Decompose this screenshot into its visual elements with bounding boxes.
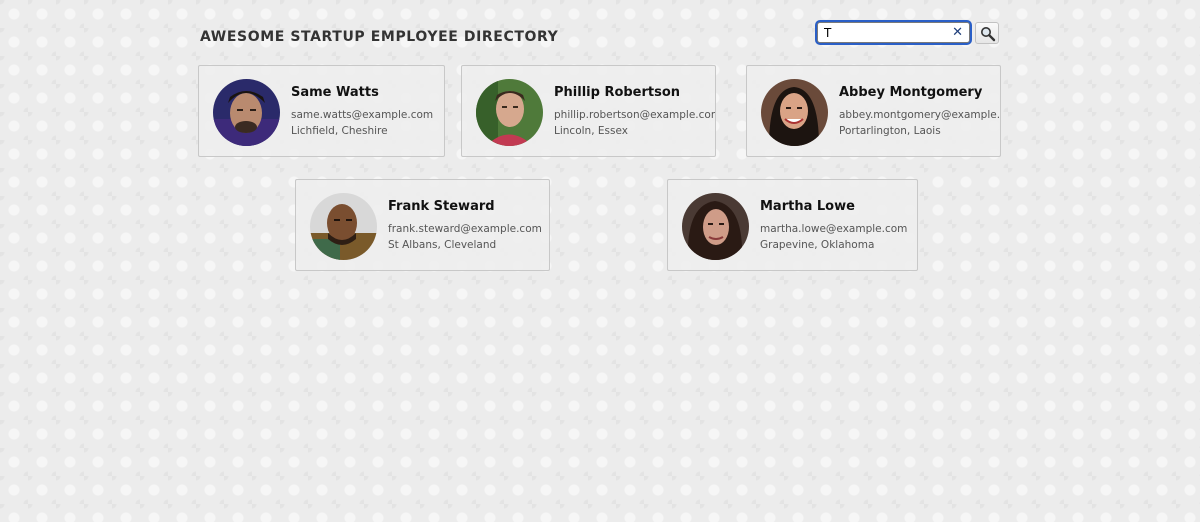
employee-card[interactable]: Phillip Robertson phillip.robertson@exam…	[461, 65, 716, 157]
avatar	[310, 193, 377, 260]
search-icon	[981, 27, 996, 42]
employee-name: Same Watts	[291, 85, 379, 100]
avatar	[682, 193, 749, 260]
employee-email: frank.steward@example.com	[388, 223, 542, 235]
employee-name: Phillip Robertson	[554, 85, 681, 100]
avatar	[761, 79, 828, 146]
employee-location: Grapevine, Oklahoma	[760, 239, 875, 251]
employee-location: St Albans, Cleveland	[388, 239, 497, 251]
employee-name: Abbey Montgomery	[839, 85, 983, 100]
avatar	[213, 79, 280, 146]
employee-location: Portarlington, Laois	[839, 125, 941, 137]
employee-email: phillip.robertson@example.com	[554, 109, 716, 121]
employee-card[interactable]: Frank Steward frank.steward@example.com …	[295, 179, 550, 271]
employee-card[interactable]: Same Watts same.watts@example.com Lichfi…	[198, 65, 445, 157]
employee-email: martha.lowe@example.com	[760, 223, 908, 235]
employee-email: same.watts@example.com	[291, 109, 434, 121]
avatar	[476, 79, 543, 146]
employee-name: Martha Lowe	[760, 199, 855, 214]
search-button[interactable]	[975, 22, 999, 44]
employee-location: Lichfield, Cheshire	[291, 125, 388, 137]
search-bar: ✕	[817, 22, 1000, 45]
page-title: AWESOME STARTUP EMPLOYEE DIRECTORY	[200, 29, 559, 45]
search-input[interactable]	[824, 24, 942, 41]
search-field[interactable]: ✕	[817, 22, 970, 43]
employee-card[interactable]: Abbey Montgomery abbey.montgomery@exampl…	[746, 65, 1001, 157]
employee-email: abbey.montgomery@example.com	[839, 109, 1001, 121]
close-icon[interactable]: ✕	[952, 24, 963, 41]
employee-card[interactable]: Martha Lowe martha.lowe@example.com Grap…	[667, 179, 918, 271]
employee-location: Lincoln, Essex	[554, 125, 628, 137]
employee-name: Frank Steward	[388, 199, 495, 214]
